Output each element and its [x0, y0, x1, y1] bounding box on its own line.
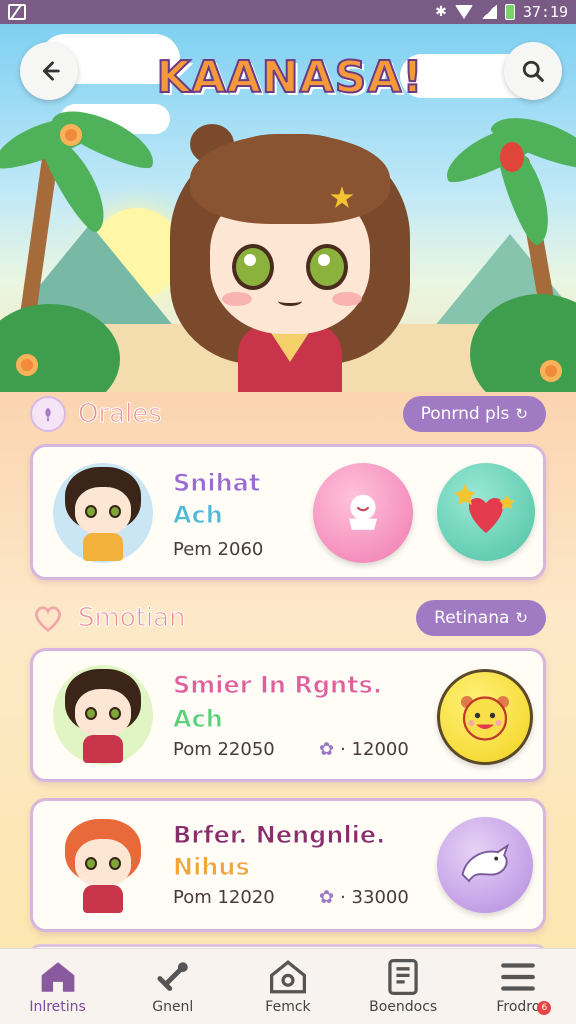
- arrow-left-icon: [42, 61, 60, 81]
- fruit: [500, 142, 524, 172]
- search-icon: [522, 60, 544, 82]
- bluetooth-icon: ✱: [435, 4, 447, 20]
- status-time: 37:19: [522, 3, 568, 21]
- house-outline-icon: [269, 959, 306, 993]
- hero-banner: KAANASA!: [0, 24, 576, 392]
- home-icon: [41, 961, 74, 992]
- nav-item-home[interactable]: Inlretins: [3, 959, 113, 1015]
- nav-label: Inlretins: [29, 998, 86, 1015]
- hibiscus-flower: [540, 360, 562, 382]
- heart-star-icon: [454, 484, 515, 533]
- card-subtitle: Ach: [173, 705, 224, 734]
- nav-label: Boendocs: [369, 998, 438, 1015]
- link-icon: [157, 961, 188, 991]
- document-icon: [388, 958, 418, 995]
- section-title: Smotian: [78, 603, 187, 634]
- nav-label: Frodro: [496, 998, 541, 1015]
- list-card[interactable]: Snihat Ach Pem 2060: [30, 444, 546, 580]
- nav-item-documents[interactable]: Boendocs: [348, 958, 458, 1015]
- flower-icon: ✿: [319, 739, 335, 760]
- app-title: KAANASA!: [156, 51, 424, 104]
- pill-label: Ponrnd pls: [420, 404, 510, 424]
- card-title: Brfer. Nengnlie.: [172, 821, 386, 850]
- flower-icon: [30, 396, 66, 432]
- avatar: [53, 665, 153, 765]
- section-title: Orales: [78, 399, 163, 430]
- ghost-icon: [349, 494, 377, 530]
- card-action-button[interactable]: [313, 463, 413, 563]
- section-action-button[interactable]: Retinana ↻: [416, 600, 546, 636]
- card-favorite-button[interactable]: [437, 463, 535, 561]
- avatar: [57, 815, 149, 915]
- smiley-icon: [461, 696, 509, 741]
- wifi-icon: [454, 5, 473, 19]
- card-points: ✿ · 33000: [319, 887, 409, 908]
- signal-icon: [480, 5, 497, 19]
- hero-character: [160, 124, 420, 392]
- list-card[interactable]: Smier In Rgnts. Ach Pom 22050 ✿ · 12000: [30, 648, 546, 782]
- card-action-button[interactable]: [437, 817, 533, 913]
- card-title: Smier In Rgnts.: [173, 671, 383, 700]
- list-card[interactable]: Brfer. Nengnlie. Nihus Pom 12020 ✿ · 330…: [30, 798, 546, 932]
- flower-icon: ✿: [319, 887, 335, 908]
- refresh-icon: ↻: [515, 609, 528, 627]
- nav-item-menu[interactable]: Frodro 6: [463, 959, 573, 1015]
- bottom-navigation: Inlretins Gnenl Femck Boendocs Frodro 6: [0, 948, 576, 1024]
- menu-icon: [501, 962, 536, 991]
- section-header-smotian: Smotian Retinana ↻: [30, 598, 546, 638]
- nav-label: Gnenl: [152, 998, 194, 1015]
- card-action-button[interactable]: [437, 669, 533, 765]
- hibiscus-flower: [60, 124, 82, 146]
- card-stat: Pem 2060: [173, 539, 264, 560]
- card-stat: Pom 22050: [173, 739, 275, 760]
- card-subtitle: Nihus: [173, 853, 251, 882]
- card-points: ✿ · 12000: [319, 739, 409, 760]
- status-bar: ✱ 37:19: [0, 0, 576, 24]
- card-stat: Pom 12020: [173, 887, 275, 908]
- notification-icon: [8, 4, 26, 20]
- search-button[interactable]: [504, 42, 562, 100]
- heart-icon: [30, 600, 66, 636]
- refresh-icon: ↻: [515, 405, 528, 423]
- nav-item-general[interactable]: Gnenl: [118, 959, 228, 1015]
- card-title: Snihat: [172, 469, 261, 498]
- nav-label: Femck: [265, 998, 311, 1015]
- section-action-button[interactable]: Ponrnd pls ↻: [402, 396, 546, 432]
- battery-icon: [504, 4, 515, 20]
- notification-badge: 6: [537, 1000, 552, 1015]
- card-points-value: · 33000: [340, 887, 409, 908]
- card-points-value: · 12000: [340, 739, 409, 760]
- card-subtitle: Ach: [173, 501, 224, 530]
- avatar: [53, 463, 153, 563]
- nav-item-femck[interactable]: Femck: [233, 959, 343, 1015]
- hibiscus-flower: [16, 354, 38, 376]
- section-header-orales: Orales Ponrnd pls ↻: [30, 394, 546, 434]
- pill-label: Retinana: [434, 608, 510, 628]
- dolphin-icon: [461, 843, 510, 883]
- back-button[interactable]: [20, 42, 78, 100]
